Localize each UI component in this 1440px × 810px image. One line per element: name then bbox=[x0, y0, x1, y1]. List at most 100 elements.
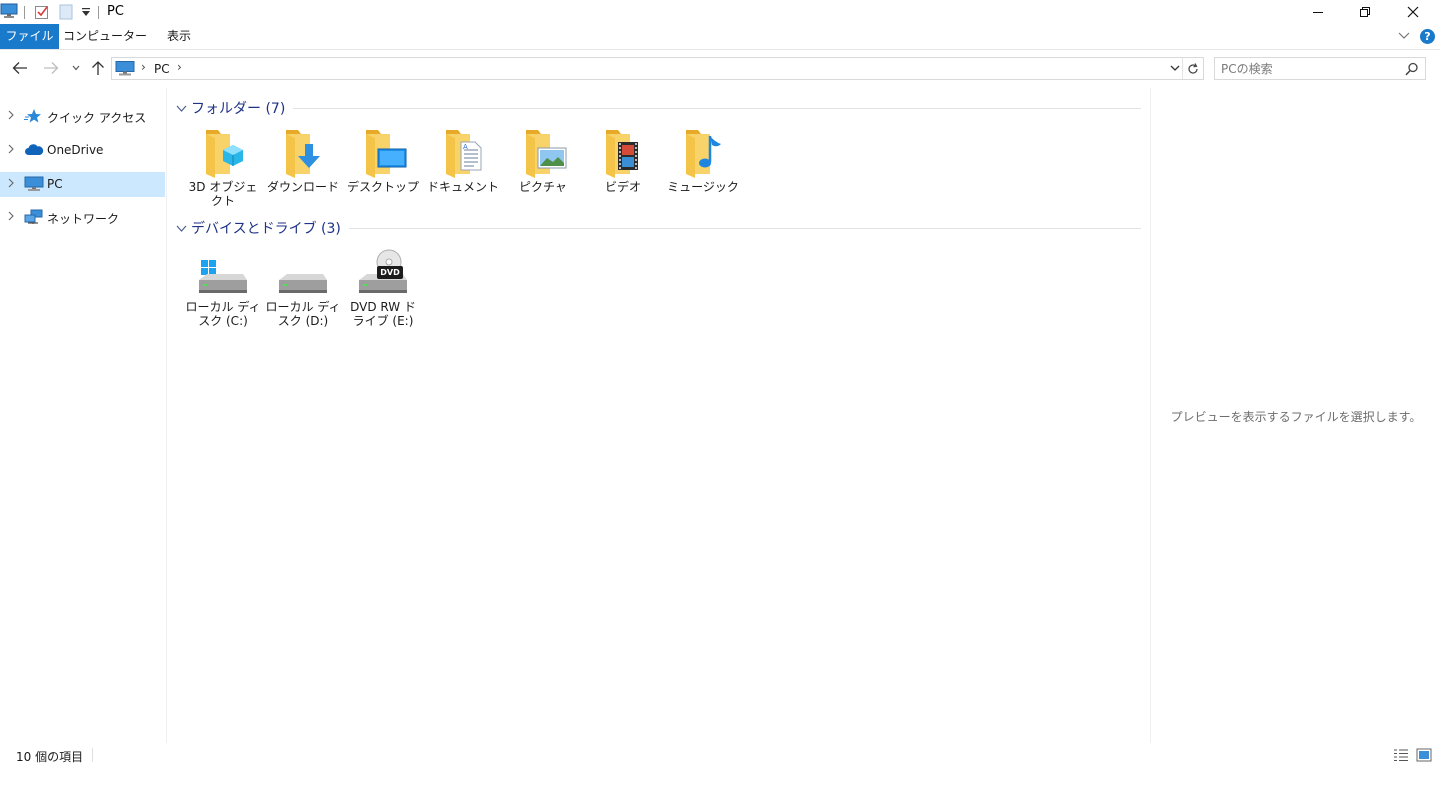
tab-file[interactable]: ファイル bbox=[0, 24, 59, 49]
folder-tile-downloads[interactable]: ダウンロード bbox=[265, 128, 341, 194]
nav-item-label: OneDrive bbox=[47, 143, 104, 157]
expand-chevron-icon[interactable] bbox=[7, 210, 15, 225]
status-separator bbox=[92, 748, 93, 762]
nav-item-quick-access[interactable]: クイック アクセス bbox=[0, 104, 165, 129]
close-icon bbox=[1407, 6, 1419, 18]
title-separator bbox=[98, 6, 99, 19]
recent-locations-button[interactable] bbox=[66, 57, 86, 79]
group-title: フォルダー (7) bbox=[191, 98, 294, 118]
drive-tile-e[interactable]: DVD DVD RW ドライブ (E:) bbox=[345, 248, 421, 328]
drive-tile-c[interactable]: ローカル ディスク (C:) bbox=[185, 248, 261, 328]
windows-drive-icon bbox=[185, 248, 261, 298]
pictures-folder-icon bbox=[505, 128, 581, 178]
search-icon[interactable] bbox=[1405, 62, 1419, 79]
expand-chevron-icon[interactable] bbox=[7, 109, 15, 124]
network-icon bbox=[24, 209, 44, 228]
tile-label: ローカル ディスク (D:) bbox=[265, 300, 341, 328]
quick-access-separator bbox=[24, 6, 25, 19]
preview-pane: プレビューを表示するファイルを選択します。 bbox=[1150, 88, 1440, 743]
forward-arrow-icon bbox=[44, 62, 59, 74]
expand-chevron-icon[interactable] bbox=[7, 177, 15, 192]
svg-text:A: A bbox=[463, 143, 468, 151]
navigation-row: › PC › bbox=[0, 53, 1440, 83]
expand-ribbon-chevron-icon[interactable] bbox=[1398, 30, 1410, 44]
tile-label: デスクトップ bbox=[346, 180, 419, 194]
tile-label: ドキュメント bbox=[426, 180, 499, 194]
videos-folder-icon bbox=[585, 128, 661, 178]
nav-item-network[interactable]: ネットワーク bbox=[0, 205, 165, 230]
group-title: デバイスとドライブ (3) bbox=[191, 218, 349, 238]
search-box bbox=[1214, 57, 1426, 80]
details-view-icon bbox=[1394, 749, 1408, 761]
large-icons-view-button[interactable] bbox=[1415, 747, 1433, 763]
close-button[interactable] bbox=[1390, 0, 1436, 24]
group-header-drives[interactable]: デバイスとドライブ (3) bbox=[176, 217, 1141, 238]
star-icon bbox=[24, 108, 42, 127]
help-icon[interactable]: ? bbox=[1420, 29, 1435, 44]
pc-app-icon[interactable] bbox=[0, 3, 18, 22]
restore-button[interactable] bbox=[1342, 0, 1388, 24]
drive-tile-d[interactable]: ローカル ディスク (D:) bbox=[265, 248, 341, 328]
hard-drive-icon bbox=[265, 248, 341, 298]
address-dropdown-icon[interactable] bbox=[1169, 61, 1181, 78]
folder-tile-desktop[interactable]: デスクトップ bbox=[345, 128, 421, 194]
folder-tile-music[interactable]: ミュージック bbox=[665, 128, 741, 194]
tab-computer[interactable]: コンピューター bbox=[60, 24, 150, 49]
search-input[interactable] bbox=[1221, 60, 1401, 77]
folder-tile-documents[interactable]: A ドキュメント bbox=[425, 128, 501, 194]
nav-item-label: PC bbox=[47, 177, 63, 191]
group-header-folders[interactable]: フォルダー (7) bbox=[176, 97, 1141, 118]
minimize-icon bbox=[1313, 12, 1323, 13]
tile-label: ローカル ディスク (C:) bbox=[185, 300, 261, 328]
tile-label: ミュージック bbox=[667, 180, 739, 194]
window-title: PC bbox=[107, 4, 124, 19]
collapse-chevron-icon[interactable] bbox=[176, 222, 187, 236]
breadcrumb-pc[interactable]: PC bbox=[154, 62, 170, 76]
desktop-folder-icon bbox=[345, 128, 421, 178]
folder-tile-videos[interactable]: ビデオ bbox=[585, 128, 661, 194]
expand-chevron-icon[interactable] bbox=[7, 143, 15, 158]
navigation-pane: クイック アクセス OneDrive PC ネットワーク bbox=[0, 88, 167, 743]
documents-folder-icon: A bbox=[425, 128, 501, 178]
back-button[interactable] bbox=[10, 57, 30, 79]
tile-label: ダウンロード bbox=[266, 180, 339, 194]
collapse-chevron-icon[interactable] bbox=[176, 102, 187, 116]
breadcrumb-chevron-icon[interactable]: › bbox=[177, 60, 182, 74]
3d-objects-folder-icon bbox=[185, 128, 261, 178]
computer-icon bbox=[24, 176, 44, 195]
large-icons-view-icon bbox=[1416, 748, 1432, 762]
title-bar: PC bbox=[0, 0, 1440, 24]
dvd-badge: DVD bbox=[380, 268, 400, 277]
details-view-button[interactable] bbox=[1392, 747, 1410, 763]
nav-item-onedrive[interactable]: OneDrive bbox=[0, 138, 165, 163]
folder-tile-pictures[interactable]: ピクチャ bbox=[505, 128, 581, 194]
properties-icon[interactable] bbox=[34, 4, 50, 23]
tile-label: ピクチャ bbox=[519, 180, 567, 194]
restore-icon bbox=[1360, 7, 1370, 17]
chevron-down-icon bbox=[72, 65, 80, 71]
downloads-folder-icon bbox=[265, 128, 341, 178]
breadcrumb-chevron-icon[interactable]: › bbox=[141, 60, 146, 74]
nav-item-pc[interactable]: PC bbox=[0, 172, 165, 197]
back-arrow-icon bbox=[12, 62, 27, 74]
up-arrow-icon bbox=[92, 61, 104, 75]
customize-quick-access-icon[interactable] bbox=[81, 6, 91, 21]
tile-label: DVD RW ドライブ (E:) bbox=[350, 300, 416, 328]
forward-button[interactable] bbox=[41, 57, 61, 79]
refresh-button[interactable] bbox=[1182, 58, 1203, 79]
refresh-icon bbox=[1188, 62, 1198, 74]
music-folder-icon bbox=[665, 128, 741, 178]
preview-message: プレビューを表示するファイルを選択します。 bbox=[1170, 410, 1422, 424]
tab-view[interactable]: 表示 bbox=[152, 24, 206, 49]
address-bar[interactable]: › PC › bbox=[111, 57, 1204, 80]
ribbon: ファイル コンピューター 表示 ? bbox=[0, 24, 1440, 50]
cloud-icon bbox=[24, 142, 44, 161]
folder-tile-3d-objects[interactable]: 3D オブジェクト bbox=[185, 128, 261, 208]
up-button[interactable] bbox=[88, 57, 108, 79]
new-folder-icon[interactable] bbox=[59, 4, 73, 23]
minimize-button[interactable] bbox=[1295, 0, 1341, 24]
tile-label: 3D オブジェクト bbox=[188, 180, 258, 208]
status-bar: 10 個の項目 bbox=[0, 743, 1440, 767]
content-area: フォルダー (7) 3D オブジェクト ダウンロード デスクトップ A ドキュメ… bbox=[168, 88, 1150, 743]
pc-icon bbox=[115, 61, 135, 79]
